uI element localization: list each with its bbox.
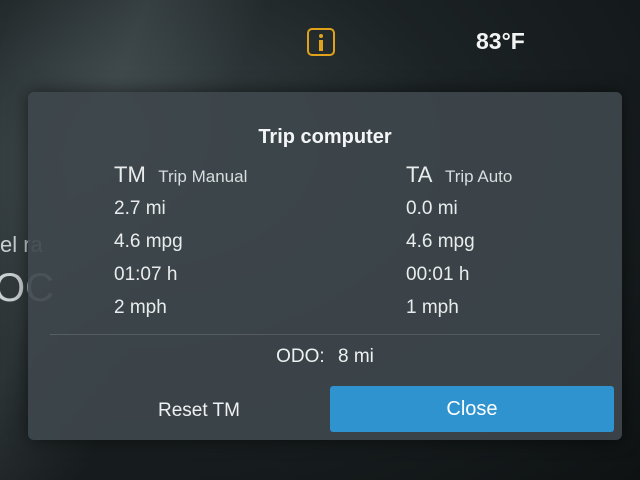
- trip-auto-header: TA Trip Auto: [406, 162, 512, 192]
- trip-auto-name: Trip Auto: [444, 167, 513, 186]
- odometer-label: ODO:: [276, 346, 325, 367]
- trip-computer-dialog: Trip computer TM Trip Manual 2.7 mi 4.6 …: [28, 92, 622, 440]
- reset-tm-button[interactable]: Reset TM: [74, 390, 324, 432]
- status-bar: 83°F: [0, 0, 640, 88]
- trip-manual-abbr: TM: [114, 162, 146, 187]
- trip-auto-distance: 0.0 mi: [406, 198, 458, 219]
- trip-auto-speed: 1 mph: [406, 297, 459, 318]
- infotainment-screen: 83°F el ra OC Trip computer TM Trip Manu…: [0, 0, 640, 480]
- dialog-title: Trip computer: [258, 126, 392, 148]
- trip-auto-abbr: TA: [406, 162, 433, 187]
- outside-temperature: 83°F: [476, 28, 525, 54]
- trip-manual-header: TM Trip Manual: [114, 162, 247, 192]
- divider: [50, 334, 600, 335]
- close-button[interactable]: Close: [330, 386, 614, 432]
- trip-manual-name: Trip Manual: [158, 167, 248, 186]
- info-icon[interactable]: [307, 28, 335, 56]
- trip-auto-economy: 4.6 mpg: [406, 231, 475, 252]
- trip-manual-speed: 2 mph: [114, 297, 167, 318]
- trip-manual-economy: 4.6 mpg: [114, 231, 183, 252]
- trip-manual-time: 01:07 h: [114, 264, 178, 285]
- trip-auto-time: 00:01 h: [406, 264, 470, 285]
- trip-auto-column: TA Trip Auto 0.0 mi 4.6 mpg 00:01 h 1 mp…: [406, 162, 512, 324]
- trip-manual-distance: 2.7 mi: [114, 198, 166, 219]
- odometer-value: 8 mi: [337, 346, 374, 367]
- odometer: ODO: 8 mi: [28, 346, 622, 368]
- trip-manual-column: TM Trip Manual 2.7 mi 4.6 mpg 01:07 h 2 …: [114, 162, 247, 324]
